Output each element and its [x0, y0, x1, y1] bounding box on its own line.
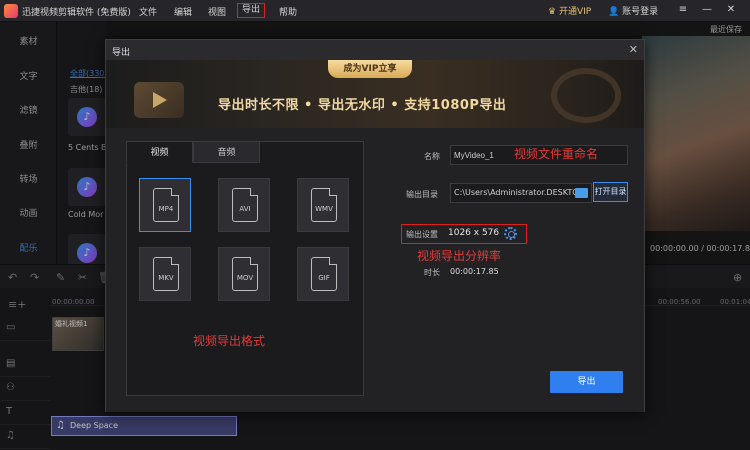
menu-file[interactable]: 文件	[139, 5, 157, 18]
format-panel: 视频 音频 MP4 AVI WMV MKV MOV GIF 视频导出格式	[126, 141, 364, 396]
dialog-body: 视频 音频 MP4 AVI WMV MKV MOV GIF 视频导出格式 名称 …	[106, 128, 644, 412]
vip-ribbon: 成为VIP立享	[328, 60, 412, 78]
export-button[interactable]: 导出	[550, 371, 623, 393]
format-gif[interactable]: GIF	[297, 247, 349, 301]
format-avi[interactable]: AVI	[218, 178, 270, 232]
menu-bar: 迅捷视频剪辑软件 (免费版) 文件 编辑 视图 导出 帮助 ♛ 开通VIP 👤 …	[0, 0, 750, 22]
output-dir-input[interactable]: C:\Users\Administrator.DESKTOP-	[450, 183, 592, 203]
duration-value: 00:00:17.85	[450, 267, 499, 276]
output-settings: 输出设置 1026 x 576	[401, 224, 527, 244]
open-folder-button[interactable]: 打开目录	[593, 182, 628, 202]
dialog-title: 导出	[112, 48, 131, 58]
video-play-icon	[134, 82, 184, 118]
gear-icon[interactable]	[504, 227, 517, 240]
login-label: 账号登录	[622, 7, 659, 17]
close-icon[interactable]: ✕	[629, 43, 638, 56]
folder-icon[interactable]	[575, 188, 588, 198]
format-mp4[interactable]: MP4	[139, 178, 191, 232]
format-mkv[interactable]: MKV	[139, 247, 191, 301]
annotation-resolution: 视频导出分辨率	[417, 249, 502, 263]
export-dialog: 导出 ✕ 成为VIP立享 导出时长不限 • 导出无水印 • 支持1080P导出 …	[105, 39, 645, 412]
menu-edit[interactable]: 编辑	[174, 5, 192, 18]
app-logo-icon	[4, 4, 18, 18]
login-button[interactable]: 👤 账号登录	[608, 4, 658, 17]
menu-icon[interactable]: ≡	[676, 3, 690, 17]
format-label: WMV	[315, 205, 333, 213]
format-mov[interactable]: MOV	[218, 247, 270, 301]
tab-audio[interactable]: 音频	[193, 141, 260, 163]
resolution-value: 1026 x 576	[448, 228, 500, 238]
annotation-rename: 视频文件重命名	[514, 147, 599, 161]
menu-export[interactable]: 导出	[237, 3, 266, 18]
menu-view[interactable]: 视图	[208, 5, 226, 18]
menu-help[interactable]: 帮助	[279, 5, 297, 18]
dialog-header: 导出 ✕	[106, 40, 644, 60]
close-window-icon[interactable]: ✕	[724, 3, 738, 17]
film-reel-icon	[551, 68, 621, 123]
banner-text: 导出时长不限 • 导出无水印 • 支持1080P导出	[218, 98, 507, 113]
format-label: AVI	[239, 205, 251, 213]
duration-label: 时长	[424, 268, 440, 277]
settings-label: 输出设置	[406, 230, 438, 239]
vip-button[interactable]: ♛ 开通VIP	[548, 4, 591, 17]
output-dir-label: 输出目录	[406, 190, 438, 199]
vip-banner[interactable]: 成为VIP立享 导出时长不限 • 导出无水印 • 支持1080P导出	[106, 60, 644, 128]
format-wmv[interactable]: WMV	[297, 178, 349, 232]
vip-label: 开通VIP	[558, 7, 592, 17]
minimize-icon[interactable]: —	[700, 3, 714, 17]
app-title: 迅捷视频剪辑软件 (免费版)	[22, 8, 131, 18]
format-label: MKV	[158, 274, 174, 282]
tab-video[interactable]: 视频	[126, 141, 193, 163]
format-label: MOV	[236, 274, 254, 282]
format-label: GIF	[318, 274, 330, 282]
format-label: MP4	[158, 205, 174, 213]
name-label: 名称	[424, 152, 440, 161]
annotation-format: 视频导出格式	[193, 334, 266, 348]
